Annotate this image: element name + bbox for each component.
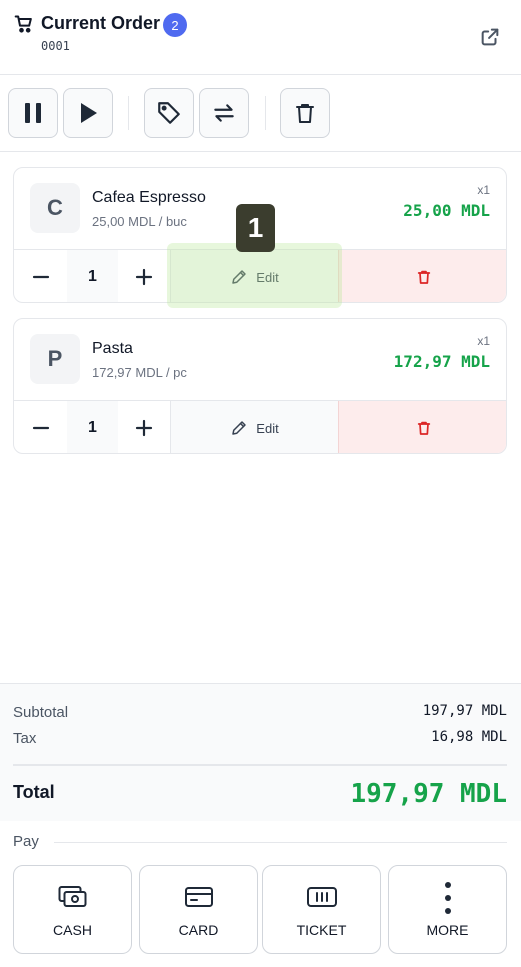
remove-item-button[interactable]	[338, 250, 506, 302]
item-controls: 1 Edit	[14, 400, 506, 453]
clear-order-button[interactable]	[280, 88, 330, 138]
item-name: Cafea Espresso	[92, 189, 206, 206]
order-number: 0001	[41, 39, 70, 53]
quantity-value[interactable]: 1	[67, 401, 118, 453]
toolbar-divider	[265, 96, 266, 130]
transfer-button[interactable]	[199, 88, 249, 138]
item-line-total: 25,00 MDL	[403, 201, 490, 220]
tax-value: 16,98 MDL	[431, 729, 507, 745]
cash-icon	[58, 886, 86, 907]
totals-divider	[13, 764, 507, 766]
quantity-value[interactable]: 1	[67, 250, 118, 302]
discount-button[interactable]	[144, 88, 194, 138]
item-unit-price: 25,00 MDL / buc	[92, 214, 187, 229]
plus-icon	[135, 268, 153, 286]
item-avatar: C	[30, 183, 80, 233]
edit-label: Edit	[256, 420, 279, 436]
pay-method-label: MORE	[426, 922, 469, 938]
tag-icon	[158, 102, 180, 124]
card-icon	[184, 887, 213, 907]
order-header: Current Order 2 0001	[0, 0, 521, 75]
pause-button[interactable]	[8, 88, 58, 138]
item-quantity-badge: x1	[477, 334, 490, 348]
pay-cash-button[interactable]: CASH	[13, 865, 132, 954]
annotation-marker: 1	[236, 204, 275, 252]
play-icon	[81, 103, 97, 123]
pay-section-label: Pay	[13, 833, 39, 850]
subtotal-label: Subtotal	[13, 704, 69, 721]
pay-card-button[interactable]: CARD	[139, 865, 258, 954]
item-line-total: 172,97 MDL	[393, 352, 490, 371]
pay-method-label: TICKET	[296, 922, 347, 938]
page-title: Current Order	[41, 13, 161, 33]
item-count-badge: 2	[163, 13, 187, 37]
trash-icon	[417, 421, 430, 435]
item-avatar: P	[30, 334, 80, 384]
minus-icon	[32, 275, 49, 279]
pay-divider	[54, 842, 507, 843]
increase-quantity-button[interactable]	[118, 250, 170, 302]
external-link-icon[interactable]	[479, 26, 501, 48]
order-item: P Pasta 172,97 MDL / pc x1 172,97 MDL 1 …	[13, 318, 507, 454]
more-vertical-icon	[444, 882, 451, 914]
pencil-icon	[232, 421, 247, 435]
order-toolbar	[0, 75, 521, 152]
increase-quantity-button[interactable]	[118, 401, 170, 453]
item-name: Pasta	[92, 340, 133, 357]
total-label: Total	[13, 782, 55, 802]
remove-item-button[interactable]	[338, 401, 506, 453]
pay-more-button[interactable]: MORE	[388, 865, 507, 954]
subtotal-value: 197,97 MDL	[422, 703, 507, 719]
minus-icon	[32, 426, 49, 430]
cart-icon	[14, 15, 32, 33]
plus-icon	[135, 419, 153, 437]
repeat-icon	[214, 104, 234, 122]
ticket-icon	[306, 887, 337, 907]
total-value: 197,97 MDL	[350, 779, 507, 809]
pay-method-label: CARD	[178, 922, 219, 938]
decrease-quantity-button[interactable]	[14, 250, 67, 302]
item-quantity-badge: x1	[477, 183, 490, 197]
toolbar-divider	[128, 96, 129, 130]
pause-icon	[25, 103, 41, 123]
decrease-quantity-button[interactable]	[14, 401, 67, 453]
trash-icon	[296, 104, 314, 123]
tax-label: Tax	[13, 730, 37, 747]
resume-button[interactable]	[63, 88, 113, 138]
highlight-overlay	[167, 243, 342, 308]
trash-icon	[417, 270, 430, 284]
item-unit-price: 172,97 MDL / pc	[92, 365, 187, 380]
totals-panel: Subtotal 197,97 MDL Tax 16,98 MDL Total …	[0, 683, 521, 821]
pay-ticket-button[interactable]: TICKET	[262, 865, 381, 954]
edit-item-button[interactable]: Edit	[170, 401, 338, 453]
pay-method-label: CASH	[53, 922, 92, 938]
